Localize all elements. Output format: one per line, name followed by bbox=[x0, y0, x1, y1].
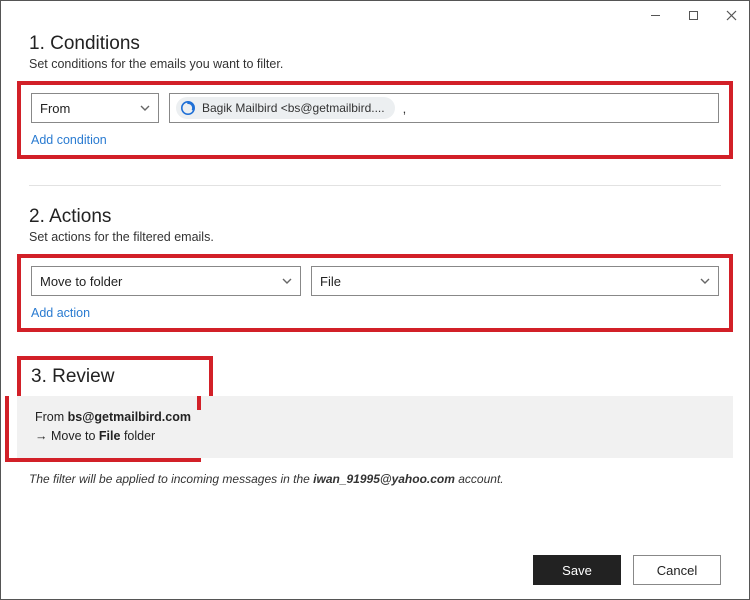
actions-title: 2. Actions bbox=[29, 206, 721, 228]
section-divider bbox=[29, 185, 721, 186]
footnote-account: iwan_91995@yahoo.com bbox=[313, 472, 455, 486]
save-button[interactable]: Save bbox=[533, 555, 621, 585]
condition-value-input[interactable]: Bagik Mailbird <bs@getmailbird.... , bbox=[169, 93, 719, 123]
review-section: 3. Review From bs@getmailbird.com → Move… bbox=[29, 356, 721, 458]
filter-dialog-window: 1. Conditions Set conditions for the ema… bbox=[0, 0, 750, 600]
review-from-prefix: From bbox=[35, 410, 68, 424]
add-condition-link[interactable]: Add condition bbox=[31, 133, 107, 147]
review-left-border bbox=[5, 396, 9, 458]
review-highlight-header: 3. Review bbox=[17, 356, 213, 396]
close-button[interactable] bbox=[719, 3, 743, 27]
actions-subtitle: Set actions for the filtered emails. bbox=[29, 230, 721, 244]
review-right-border-stub bbox=[197, 396, 201, 410]
mailbird-icon bbox=[180, 100, 196, 116]
chip-separator: , bbox=[403, 101, 407, 116]
contact-chip[interactable]: Bagik Mailbird <bs@getmailbird.... bbox=[176, 97, 395, 119]
footnote-prefix: The filter will be applied to incoming m… bbox=[29, 472, 313, 486]
chevron-down-icon bbox=[700, 278, 710, 284]
action-row: Move to folder File bbox=[31, 266, 719, 296]
review-title: 3. Review bbox=[31, 366, 199, 388]
add-action-link[interactable]: Add action bbox=[31, 306, 90, 320]
minimize-button[interactable] bbox=[643, 3, 667, 27]
action-type-dropdown[interactable]: Move to folder bbox=[31, 266, 301, 296]
chevron-down-icon bbox=[140, 105, 150, 111]
dialog-footer: Save Cancel bbox=[533, 555, 721, 585]
maximize-button[interactable] bbox=[681, 3, 705, 27]
footnote: The filter will be applied to incoming m… bbox=[29, 472, 721, 486]
window-titlebar bbox=[1, 1, 749, 29]
review-from-address: bs@getmailbird.com bbox=[68, 410, 191, 424]
actions-highlight-box: Move to folder File Add action bbox=[17, 254, 733, 332]
conditions-subtitle: Set conditions for the emails you want t… bbox=[29, 57, 721, 71]
chevron-down-icon bbox=[282, 278, 292, 284]
review-action-folder: File bbox=[99, 429, 121, 443]
footnote-suffix: account. bbox=[455, 472, 504, 486]
review-action-prefix: → Move to bbox=[35, 429, 99, 443]
contact-chip-label: Bagik Mailbird <bs@getmailbird.... bbox=[202, 101, 385, 115]
condition-field-dropdown[interactable]: From bbox=[31, 93, 159, 123]
review-line-1: From bs@getmailbird.com bbox=[35, 408, 715, 427]
condition-field-value: From bbox=[40, 101, 70, 116]
review-action-suffix: folder bbox=[120, 429, 155, 443]
review-summary: From bs@getmailbird.com → Move to File f… bbox=[17, 396, 733, 458]
review-bottom-border bbox=[5, 458, 201, 462]
review-line-2: → Move to File folder bbox=[35, 427, 715, 446]
cancel-button[interactable]: Cancel bbox=[633, 555, 721, 585]
condition-row: From Bagik Mailbird <bs@getmailbi bbox=[31, 93, 719, 123]
conditions-title: 1. Conditions bbox=[29, 33, 721, 55]
action-folder-value: File bbox=[320, 274, 341, 289]
conditions-highlight-box: From Bagik Mailbird <bs@getmailbi bbox=[17, 81, 733, 159]
action-type-value: Move to folder bbox=[40, 274, 122, 289]
dialog-content: 1. Conditions Set conditions for the ema… bbox=[1, 29, 749, 486]
action-folder-dropdown[interactable]: File bbox=[311, 266, 719, 296]
